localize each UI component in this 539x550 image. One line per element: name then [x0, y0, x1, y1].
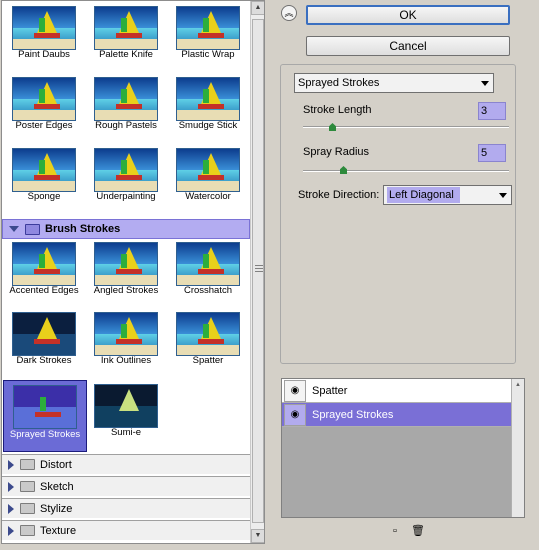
folder-icon: [20, 459, 35, 470]
effect-layer-label: Sprayed Strokes: [312, 408, 394, 421]
new-effect-layer-icon[interactable]: ▫: [389, 525, 401, 537]
category-label: Sketch: [40, 480, 74, 493]
filter-select[interactable]: Sprayed Strokes: [294, 73, 494, 93]
dropdown-arrow-icon: [481, 81, 489, 86]
filter-thumb-sprayed-strokes[interactable]: Sprayed Strokes: [3, 380, 87, 452]
filter-preview-image: [12, 148, 76, 192]
category-label: Texture: [40, 524, 77, 537]
filter-thumb-watercolor[interactable]: Watercolor: [168, 143, 248, 203]
ok-button[interactable]: OK: [306, 5, 510, 25]
filter-thumb-paint-daubs[interactable]: Paint Daubs: [4, 1, 84, 61]
collapsed-triangle-icon: [8, 503, 14, 514]
filter-label: Watercolor: [185, 191, 231, 202]
filter-preview-image: [12, 77, 76, 121]
filter-label: Spatter: [192, 355, 224, 366]
folder-icon: [25, 223, 40, 235]
filter-label: Plastic Wrap: [181, 49, 235, 60]
dropdown-arrow-icon: [499, 193, 507, 198]
effect-layer-spatter[interactable]: ◉ Spatter: [282, 379, 512, 403]
category-label: Stylize: [40, 502, 73, 515]
filter-thumb-poster-edges[interactable]: Poster Edges: [4, 72, 84, 132]
filter-preview-image: [13, 385, 77, 429]
filter-select-value: Sprayed Strokes: [298, 77, 380, 89]
filter-preview-image: [12, 312, 76, 356]
category-label: Distort: [40, 458, 72, 471]
trash-icon[interactable]: 🗑: [411, 525, 425, 537]
filter-preview-image: [12, 6, 76, 50]
collapsed-triangle-icon: [8, 459, 14, 470]
category-distort[interactable]: Distort: [2, 454, 250, 474]
filter-thumb-spatter[interactable]: Spatter: [168, 307, 248, 367]
filter-thumb-accented-edges[interactable]: Accented Edges: [4, 237, 84, 297]
stroke-direction-label: Stroke Direction:: [298, 189, 380, 201]
spray-radius-input[interactable]: 5: [478, 144, 506, 162]
filter-preview-image: [176, 312, 240, 356]
effect-layers-panel: ◉ Spatter ◉ Sprayed Strokes ▲: [281, 378, 525, 518]
filter-preview-image: [94, 384, 158, 428]
layers-scrollbar[interactable]: ▲: [511, 379, 524, 517]
folder-icon: [20, 525, 35, 536]
gallery-list: Paint Daubs Palette Knife Plastic Wrap P…: [2, 1, 250, 543]
filter-preview-image: [176, 148, 240, 192]
filter-preview-image: [94, 6, 158, 50]
category-label: Brush Strokes: [45, 223, 121, 235]
filter-preview-image: [176, 242, 240, 286]
filter-thumb-smudge-stick[interactable]: Smudge Stick: [168, 72, 248, 132]
filter-preview-image: [94, 312, 158, 356]
double-chevron-up-icon: ︽: [284, 8, 294, 18]
filter-thumb-angled-strokes[interactable]: Angled Strokes: [86, 237, 166, 297]
folder-icon: [20, 481, 35, 492]
filter-thumb-sumi-e[interactable]: Sumi-e: [86, 379, 166, 439]
spray-radius-label: Spray Radius: [303, 146, 370, 158]
gallery-scrollbar[interactable]: ▲ ▼: [250, 1, 264, 543]
cancel-button[interactable]: Cancel: [306, 36, 510, 56]
filter-thumb-palette-knife[interactable]: Palette Knife: [86, 1, 166, 61]
filter-preview-image: [94, 77, 158, 121]
folder-icon: [20, 503, 35, 514]
filter-thumb-underpainting[interactable]: Underpainting: [86, 143, 166, 203]
category-brush-strokes[interactable]: Brush Strokes: [2, 219, 250, 239]
filter-thumb-dark-strokes[interactable]: Dark Strokes: [4, 307, 84, 367]
filter-preview-image: [176, 6, 240, 50]
filter-preview-image: [12, 242, 76, 286]
eye-visibility-icon[interactable]: ◉: [284, 403, 306, 426]
filter-preview-image: [94, 242, 158, 286]
category-stylize[interactable]: Stylize: [2, 498, 250, 518]
collapsed-triangle-icon: [8, 481, 14, 492]
filter-thumb-ink-outlines[interactable]: Ink Outlines: [86, 307, 166, 367]
effect-layer-sprayed-strokes[interactable]: ◉ Sprayed Strokes: [282, 403, 512, 427]
scroll-down-icon[interactable]: ▼: [251, 529, 264, 543]
filter-gallery-panel: Paint Daubs Palette Knife Plastic Wrap P…: [1, 0, 265, 544]
filter-thumb-crosshatch[interactable]: Crosshatch: [168, 237, 248, 297]
filter-thumb-rough-pastels[interactable]: Rough Pastels: [86, 72, 166, 132]
effect-layer-label: Spatter: [312, 384, 348, 397]
filter-label: Sumi-e: [110, 427, 142, 438]
expanded-triangle-icon: [9, 226, 19, 232]
collapsed-triangle-icon: [8, 525, 14, 536]
filter-thumb-sponge[interactable]: Sponge: [4, 143, 84, 203]
stroke-direction-value: Left Diagonal: [387, 187, 460, 203]
filter-preview-image: [94, 148, 158, 192]
stroke-direction-select[interactable]: Left Diagonal: [383, 185, 512, 205]
scroll-up-icon[interactable]: ▲: [512, 379, 524, 391]
eye-visibility-icon[interactable]: ◉: [284, 379, 306, 402]
scroll-up-icon[interactable]: ▲: [251, 1, 264, 15]
spray-radius-slider-track[interactable]: [303, 170, 509, 172]
filter-thumb-plastic-wrap[interactable]: Plastic Wrap: [168, 1, 248, 61]
collapse-gallery-button[interactable]: ︽: [281, 5, 297, 21]
category-sketch[interactable]: Sketch: [2, 476, 250, 496]
stroke-length-label: Stroke Length: [303, 104, 372, 116]
grip-icon: [255, 265, 263, 273]
filter-label: Crosshatch: [183, 285, 233, 296]
category-texture[interactable]: Texture: [2, 520, 250, 540]
scrollbar-thumb[interactable]: [252, 19, 264, 523]
stroke-length-input[interactable]: 3: [478, 102, 506, 120]
filter-label: Smudge Stick: [178, 120, 238, 131]
filter-preview-image: [176, 77, 240, 121]
